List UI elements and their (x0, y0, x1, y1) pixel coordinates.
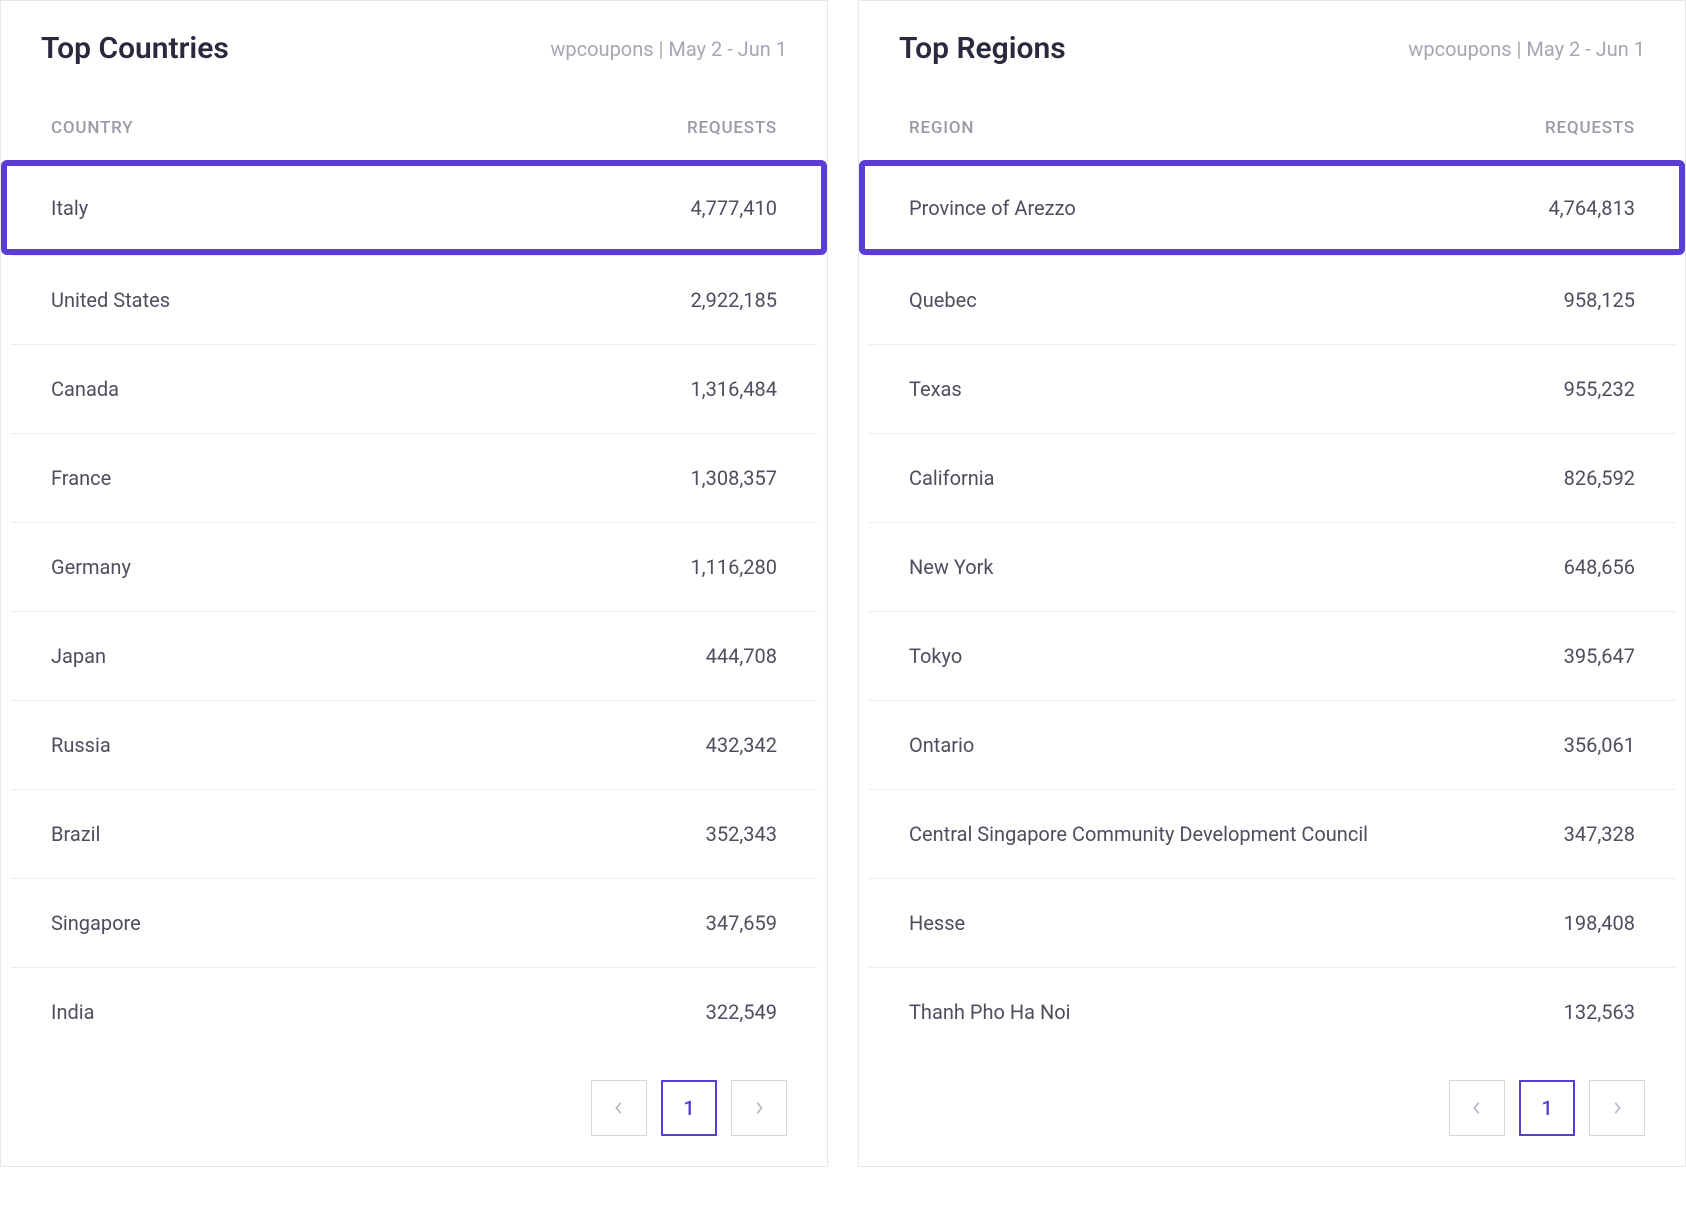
table-row[interactable]: Canada 1,316,484 (11, 344, 817, 433)
row-value: 347,659 (706, 911, 777, 935)
table-row[interactable]: Singapore 347,659 (11, 878, 817, 967)
row-name: Thanh Pho Ha Noi (909, 1000, 1071, 1024)
table-row[interactable]: Thanh Pho Ha Noi 132,563 (869, 967, 1675, 1056)
table-row[interactable]: Tokyo 395,647 (869, 611, 1675, 700)
row-value: 322,549 (706, 1000, 777, 1024)
countries-table-rows: Italy 4,777,410 United States 2,922,185 Cana… (11, 160, 817, 1056)
table-header: REGION REQUESTS (859, 96, 1685, 160)
panel-title: Top Regions (899, 31, 1066, 66)
row-value: 198,408 (1564, 911, 1635, 935)
prev-page-button[interactable] (591, 1080, 647, 1136)
table-row[interactable]: Italy 4,777,410 (1, 160, 827, 255)
table-row[interactable]: New York 648,656 (869, 522, 1675, 611)
panel-meta: wpcoupons | May 2 - Jun 1 (550, 37, 787, 61)
row-name: United States (51, 288, 170, 312)
row-name: California (909, 466, 995, 490)
row-name: India (51, 1000, 95, 1024)
column-header-value: REQUESTS (687, 118, 777, 138)
table-header: COUNTRY REQUESTS (1, 96, 827, 160)
chevron-right-icon (752, 1101, 766, 1115)
row-name: Texas (909, 377, 962, 401)
table-row[interactable]: United States 2,922,185 (11, 255, 817, 344)
row-name: Singapore (51, 911, 141, 935)
table-row[interactable]: Ontario 356,061 (869, 700, 1675, 789)
row-value: 444,708 (706, 644, 777, 668)
page-number-button[interactable]: 1 (1519, 1080, 1575, 1136)
row-value: 432,342 (706, 733, 777, 757)
row-value: 347,328 (1564, 822, 1635, 846)
table-row[interactable]: India 322,549 (11, 967, 817, 1056)
column-header-value: REQUESTS (1545, 118, 1635, 138)
row-value: 4,777,410 (690, 196, 777, 220)
panel-title: Top Countries (41, 31, 229, 66)
table-row[interactable]: France 1,308,357 (11, 433, 817, 522)
row-value: 395,647 (1564, 644, 1635, 668)
row-name: Quebec (909, 288, 977, 312)
top-regions-panel: Top Regions wpcoupons | May 2 - Jun 1 RE… (858, 0, 1686, 1167)
page-number-button[interactable]: 1 (661, 1080, 717, 1136)
pagination: 1 (859, 1056, 1685, 1166)
panel-header: Top Countries wpcoupons | May 2 - Jun 1 (1, 1, 827, 96)
prev-page-button[interactable] (1449, 1080, 1505, 1136)
table-row[interactable]: Quebec 958,125 (869, 255, 1675, 344)
table-row[interactable]: Texas 955,232 (869, 344, 1675, 433)
table-row[interactable]: Brazil 352,343 (11, 789, 817, 878)
row-name: Ontario (909, 733, 974, 757)
table-row[interactable]: California 826,592 (869, 433, 1675, 522)
column-header-name: COUNTRY (51, 118, 133, 138)
table-row[interactable]: Germany 1,116,280 (11, 522, 817, 611)
row-name: Canada (51, 377, 119, 401)
row-name: Tokyo (909, 644, 962, 668)
dashboard-panels: Top Countries wpcoupons | May 2 - Jun 1 … (0, 0, 1686, 1167)
row-name: Brazil (51, 822, 100, 846)
column-header-name: REGION (909, 118, 974, 138)
row-name: Province of Arezzo (909, 196, 1076, 220)
table-row[interactable]: Central Singapore Community Development … (869, 789, 1675, 878)
table-row[interactable]: Japan 444,708 (11, 611, 817, 700)
row-name: Japan (51, 644, 106, 668)
row-name: Hesse (909, 911, 965, 935)
row-value: 2,922,185 (690, 288, 777, 312)
table-row[interactable]: Province of Arezzo 4,764,813 (859, 160, 1685, 255)
row-value: 955,232 (1564, 377, 1635, 401)
panel-header: Top Regions wpcoupons | May 2 - Jun 1 (859, 1, 1685, 96)
row-value: 1,116,280 (690, 555, 777, 579)
chevron-left-icon (1470, 1101, 1484, 1115)
regions-table-rows: Province of Arezzo 4,764,813 Quebec 958,125… (869, 160, 1675, 1056)
next-page-button[interactable] (731, 1080, 787, 1136)
row-name: New York (909, 555, 994, 579)
row-value: 132,563 (1564, 1000, 1635, 1024)
row-value: 356,061 (1564, 733, 1635, 757)
table-row[interactable]: Hesse 198,408 (869, 878, 1675, 967)
chevron-right-icon (1610, 1101, 1624, 1115)
table-row[interactable]: Russia 432,342 (11, 700, 817, 789)
row-value: 352,343 (706, 822, 777, 846)
panel-meta: wpcoupons | May 2 - Jun 1 (1408, 37, 1645, 61)
row-name: Central Singapore Community Development … (909, 822, 1368, 846)
chevron-left-icon (612, 1101, 626, 1115)
row-name: Germany (51, 555, 131, 579)
row-name: Italy (51, 196, 88, 220)
row-value: 958,125 (1564, 288, 1635, 312)
row-value: 1,316,484 (690, 377, 777, 401)
row-value: 4,764,813 (1548, 196, 1635, 220)
pagination: 1 (1, 1056, 827, 1166)
row-name: France (51, 466, 111, 490)
row-name: Russia (51, 733, 111, 757)
row-value: 826,592 (1564, 466, 1635, 490)
next-page-button[interactable] (1589, 1080, 1645, 1136)
top-countries-panel: Top Countries wpcoupons | May 2 - Jun 1 … (0, 0, 828, 1167)
row-value: 648,656 (1564, 555, 1635, 579)
row-value: 1,308,357 (690, 466, 777, 490)
